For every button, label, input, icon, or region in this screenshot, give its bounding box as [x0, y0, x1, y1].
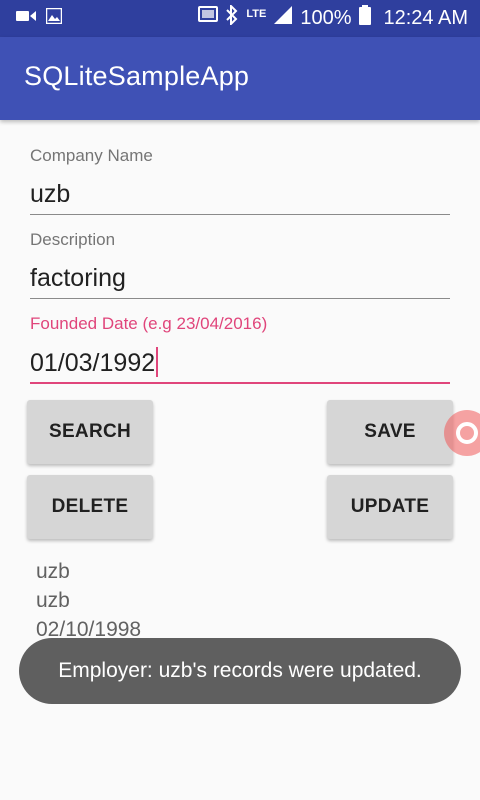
status-left-icons: [16, 7, 63, 29]
company-name-input[interactable]: uzb: [30, 180, 70, 209]
toast-message: Employer: uzb's records were updated.: [19, 638, 461, 704]
bluetooth-icon: [226, 3, 238, 31]
status-bar: LTE 100% 12:24 AM: [0, 0, 480, 37]
cast-icon: [198, 6, 219, 30]
clock: 12:24 AM: [383, 6, 468, 29]
signal-icon: [274, 6, 293, 30]
battery-percent: 100%: [300, 6, 352, 29]
update-button[interactable]: UPDATE: [327, 475, 453, 539]
text-cursor: [156, 347, 159, 377]
founded-date-label: Founded Date (e.g 23/04/2016): [30, 314, 268, 333]
founded-date-underline: [30, 382, 450, 384]
touch-ring-icon: [456, 422, 478, 444]
app-title: SQLiteSampleApp: [24, 61, 250, 91]
founded-date-input[interactable]: 01/03/1992: [30, 349, 155, 377]
result-line: uzb: [36, 589, 70, 612]
company-name-label: Company Name: [30, 146, 153, 165]
lte-icon: LTE: [246, 7, 267, 20]
delete-button[interactable]: DELETE: [27, 475, 153, 539]
status-right-icons: LTE 100% 12:24 AM: [198, 3, 468, 31]
battery-icon: [359, 5, 372, 31]
company-name-underline: [30, 214, 450, 215]
description-underline: [30, 298, 450, 299]
image-icon: [45, 7, 63, 29]
app-screen: LTE 100% 12:24 AM SQLiteSampleApp Compan…: [0, 0, 480, 800]
app-bar: SQLiteSampleApp: [0, 37, 480, 120]
founded-date-field[interactable]: 01/03/1992: [30, 347, 159, 378]
result-line: uzb: [36, 560, 70, 583]
description-label: Description: [30, 230, 116, 249]
description-input[interactable]: factoring: [30, 264, 126, 293]
video-icon: [16, 9, 36, 28]
search-button[interactable]: SEARCH: [27, 400, 153, 464]
save-button[interactable]: SAVE: [327, 400, 453, 464]
